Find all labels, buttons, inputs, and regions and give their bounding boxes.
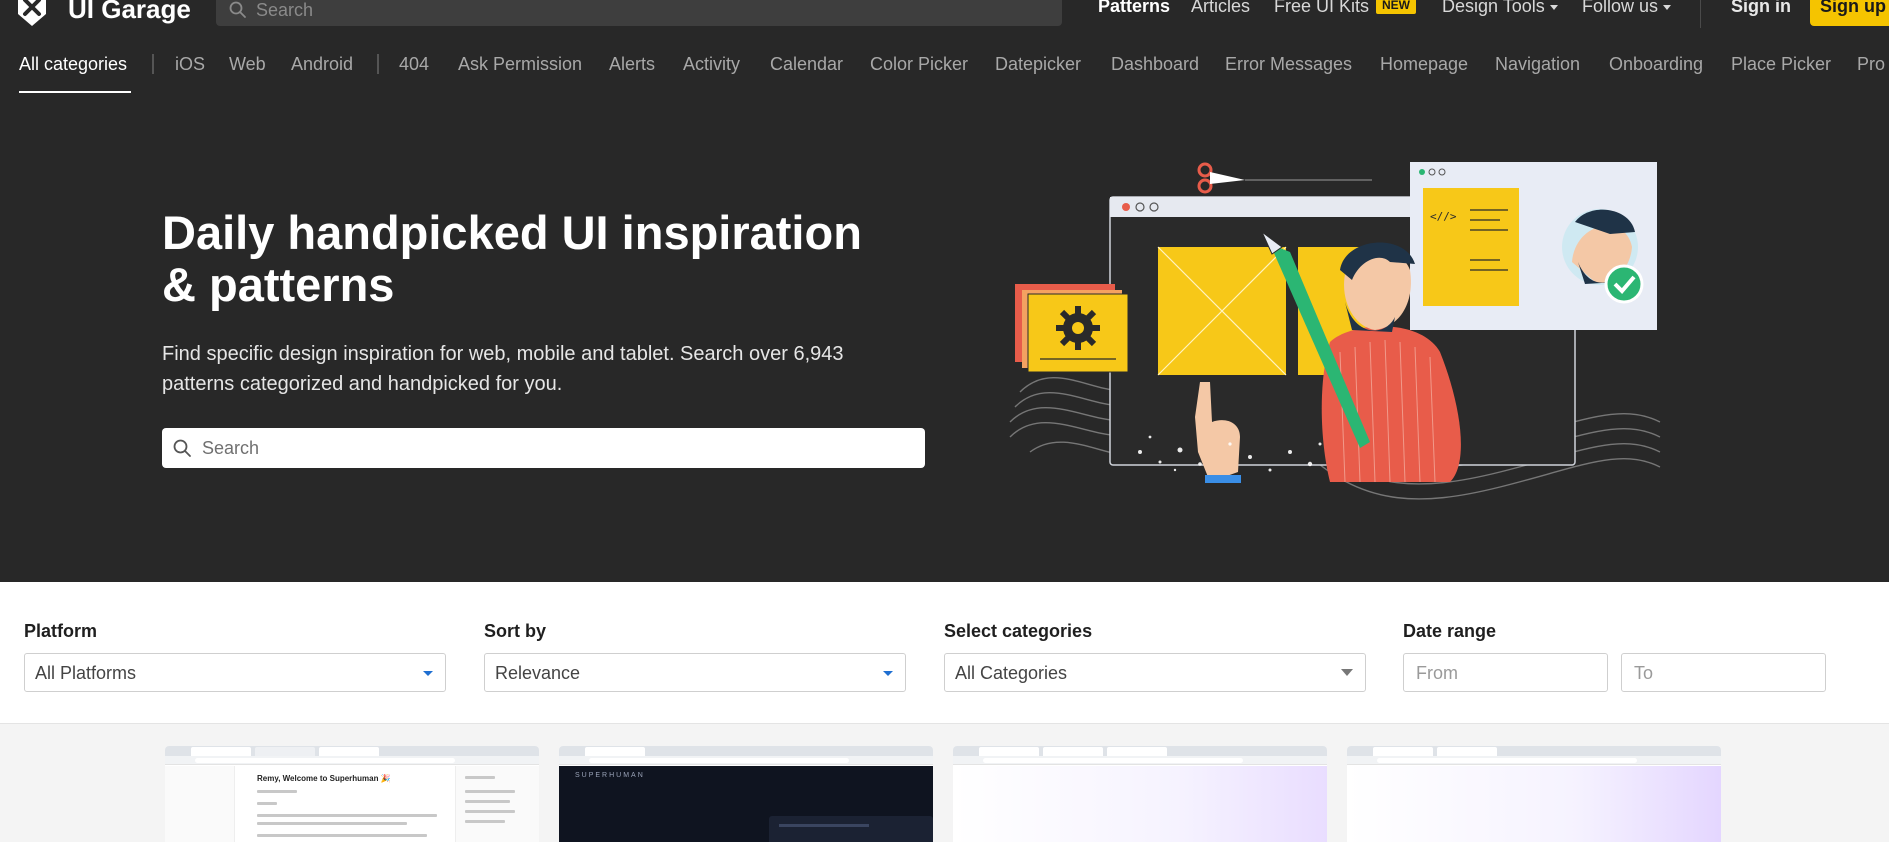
svg-text:<//>: <//>	[1430, 210, 1457, 223]
categories-value: All Categories	[955, 663, 1068, 683]
search-placeholder: Search	[256, 0, 314, 20]
pattern-card[interactable]	[953, 746, 1327, 842]
category-ask-permission[interactable]: Ask Permission	[458, 54, 582, 75]
hero-title: Daily handpicked UI inspiration & patter…	[162, 207, 962, 311]
category-web[interactable]: Web	[229, 54, 266, 75]
hero-subtitle-line-2: patterns categorized and handpicked for …	[162, 373, 563, 395]
category-404[interactable]: 404	[399, 54, 429, 75]
search-icon	[173, 439, 191, 457]
top-search-input[interactable]: Search	[216, 0, 1062, 26]
active-category-indicator	[19, 91, 131, 93]
gear-icon	[1056, 306, 1100, 350]
nav-articles[interactable]: Articles	[1191, 0, 1250, 17]
pattern-card[interactable]: Remy, Welcome to Superhuman 🎉	[165, 746, 539, 842]
top-navbar: UI Garage Search Patterns Articles Free …	[0, 0, 1889, 30]
nav-follow-us-label: Follow us	[1582, 0, 1659, 16]
hero-title-line-2: & patterns	[162, 258, 395, 311]
pattern-card[interactable]: SUPERHUMAN	[559, 746, 933, 842]
nav-patterns[interactable]: Patterns	[1098, 0, 1170, 17]
chevron-down-icon	[1549, 4, 1558, 10]
pattern-preview	[1347, 766, 1721, 842]
category-color-picker[interactable]: Color Picker	[870, 54, 968, 75]
date-from-placeholder: From	[1416, 663, 1458, 683]
preview-logo: SUPERHUMAN	[575, 772, 645, 779]
browser-address-bar	[559, 756, 933, 765]
category-datepicker[interactable]: Datepicker	[995, 54, 1081, 75]
category-activity[interactable]: Activity	[683, 54, 740, 75]
date-from-input[interactable]: From	[1403, 653, 1608, 692]
dropdown-arrow-icon	[423, 671, 433, 676]
divider	[377, 54, 379, 74]
category-ios[interactable]: iOS	[175, 54, 205, 75]
filters-bar: Platform All Platforms Sort by Relevance…	[0, 582, 1889, 724]
sort-by-value: Relevance	[495, 663, 581, 683]
category-dashboard[interactable]: Dashboard	[1111, 54, 1199, 75]
nav-design-tools[interactable]: Design Tools	[1442, 0, 1558, 17]
chevron-down-icon	[1663, 4, 1672, 10]
browser-tab-bar	[559, 746, 933, 762]
browser-tab-bar	[953, 746, 1327, 762]
platform-label: Platform	[24, 621, 98, 641]
hero-section: Daily handpicked UI inspiration & patter…	[0, 102, 1889, 582]
date-to-input[interactable]: To	[1621, 653, 1826, 692]
category-error-messages[interactable]: Error Messages	[1225, 54, 1352, 75]
pattern-preview: Remy, Welcome to Superhuman 🎉	[165, 766, 539, 842]
divider	[1700, 0, 1701, 28]
platform-value: All Platforms	[35, 663, 137, 683]
browser-tab-bar	[1347, 746, 1721, 762]
date-range-label: Date range	[1403, 621, 1497, 641]
sort-by-select[interactable]: Relevance	[484, 653, 906, 692]
category-bar: All categories iOS Web Android 404 Ask P…	[0, 30, 1889, 102]
sort-by-label: Sort by	[484, 621, 547, 641]
hero-subtitle: Find specific design inspiration for web…	[162, 339, 962, 399]
dropdown-arrow-icon	[1341, 669, 1353, 676]
categories-select[interactable]: All Categories	[944, 653, 1366, 692]
pattern-grid: Remy, Welcome to Superhuman 🎉 SUPERHUMAN	[0, 724, 1889, 842]
hero-search-input[interactable]: Search	[162, 428, 925, 468]
dropdown-arrow-icon	[883, 671, 893, 676]
preview-heading: Remy, Welcome to Superhuman 🎉	[257, 774, 391, 783]
search-icon	[229, 1, 246, 18]
category-all[interactable]: All categories	[19, 54, 127, 75]
category-place-picker[interactable]: Place Picker	[1731, 54, 1831, 75]
pattern-card[interactable]	[1347, 746, 1721, 842]
browser-address-bar	[953, 756, 1327, 765]
browser-address-bar	[165, 756, 539, 765]
hero-illustration: <//>	[1009, 162, 1661, 500]
brand-name[interactable]: UI Garage	[68, 0, 191, 25]
hero-subtitle-line-1: Find specific design inspiration for web…	[162, 343, 844, 365]
category-android[interactable]: Android	[291, 54, 353, 75]
pattern-preview	[953, 766, 1327, 842]
pattern-preview: SUPERHUMAN	[559, 766, 933, 842]
category-calendar[interactable]: Calendar	[770, 54, 843, 75]
category-homepage[interactable]: Homepage	[1380, 54, 1468, 75]
category-navigation[interactable]: Navigation	[1495, 54, 1580, 75]
sign-up-button[interactable]: Sign up	[1810, 0, 1889, 26]
categories-label: Select categories	[944, 621, 1093, 641]
hero-search-placeholder: Search	[202, 438, 260, 458]
browser-tab-bar	[165, 746, 539, 762]
category-alerts[interactable]: Alerts	[609, 54, 655, 75]
category-onboarding[interactable]: Onboarding	[1609, 54, 1703, 75]
hero-title-line-1: Daily handpicked UI inspiration	[162, 206, 862, 259]
date-to-placeholder: To	[1634, 663, 1654, 683]
platform-select[interactable]: All Platforms	[24, 653, 446, 692]
scissors-icon	[1197, 162, 1372, 194]
category-pro[interactable]: Pro	[1857, 54, 1885, 75]
nav-free-ui-kits[interactable]: Free UI Kits	[1274, 0, 1369, 17]
nav-follow-us[interactable]: Follow us	[1582, 0, 1672, 17]
sign-in-link[interactable]: Sign in	[1731, 0, 1791, 17]
divider	[152, 54, 154, 74]
ui-garage-logo-icon[interactable]	[12, 0, 52, 28]
nav-design-tools-label: Design Tools	[1442, 0, 1545, 16]
browser-address-bar	[1347, 756, 1721, 765]
new-badge: NEW	[1376, 0, 1416, 14]
